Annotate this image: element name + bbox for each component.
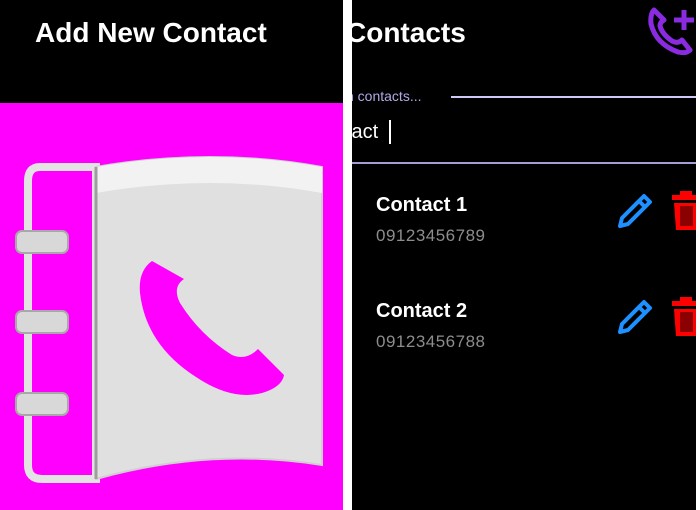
delete-contact-button[interactable] bbox=[670, 190, 696, 230]
contact-phone: 09123456789 bbox=[376, 226, 486, 245]
page-title: Contacts bbox=[352, 17, 466, 48]
add-contact-button[interactable] bbox=[648, 4, 696, 56]
list-item[interactable]: Contact 1 09123456789 bbox=[352, 180, 696, 270]
screen-divider bbox=[343, 0, 352, 510]
pencil-icon bbox=[618, 194, 652, 228]
add-contact-screen: Add New Contact bbox=[0, 0, 343, 510]
text-cursor bbox=[389, 120, 391, 144]
contact-phone: 09123456788 bbox=[376, 332, 486, 351]
contact-name: Contact 2 bbox=[376, 300, 468, 322]
phone-plus-icon bbox=[648, 7, 694, 56]
search-label: h contacts... bbox=[352, 88, 426, 104]
edit-contact-button[interactable] bbox=[614, 298, 654, 338]
search-input[interactable] bbox=[352, 116, 676, 148]
app-bar: Add New Contact bbox=[0, 0, 343, 103]
delete-contact-button[interactable] bbox=[670, 296, 696, 336]
search-outline-bottom bbox=[352, 162, 696, 164]
pencil-icon bbox=[618, 300, 652, 334]
trash-icon bbox=[672, 191, 696, 230]
address-book-phone-icon bbox=[15, 156, 323, 483]
list-item[interactable]: Contact 2 09123456788 bbox=[352, 286, 696, 376]
search-outline-top bbox=[451, 96, 696, 98]
contacts-screen: Contacts h contacts... Contact 1 0912345… bbox=[352, 0, 696, 510]
edit-contact-button[interactable] bbox=[614, 192, 654, 232]
page-title: Add New Contact bbox=[35, 17, 267, 48]
screen-edge bbox=[696, 0, 700, 510]
hero-banner bbox=[0, 103, 343, 510]
contact-name: Contact 1 bbox=[376, 194, 468, 216]
trash-icon bbox=[672, 297, 696, 336]
